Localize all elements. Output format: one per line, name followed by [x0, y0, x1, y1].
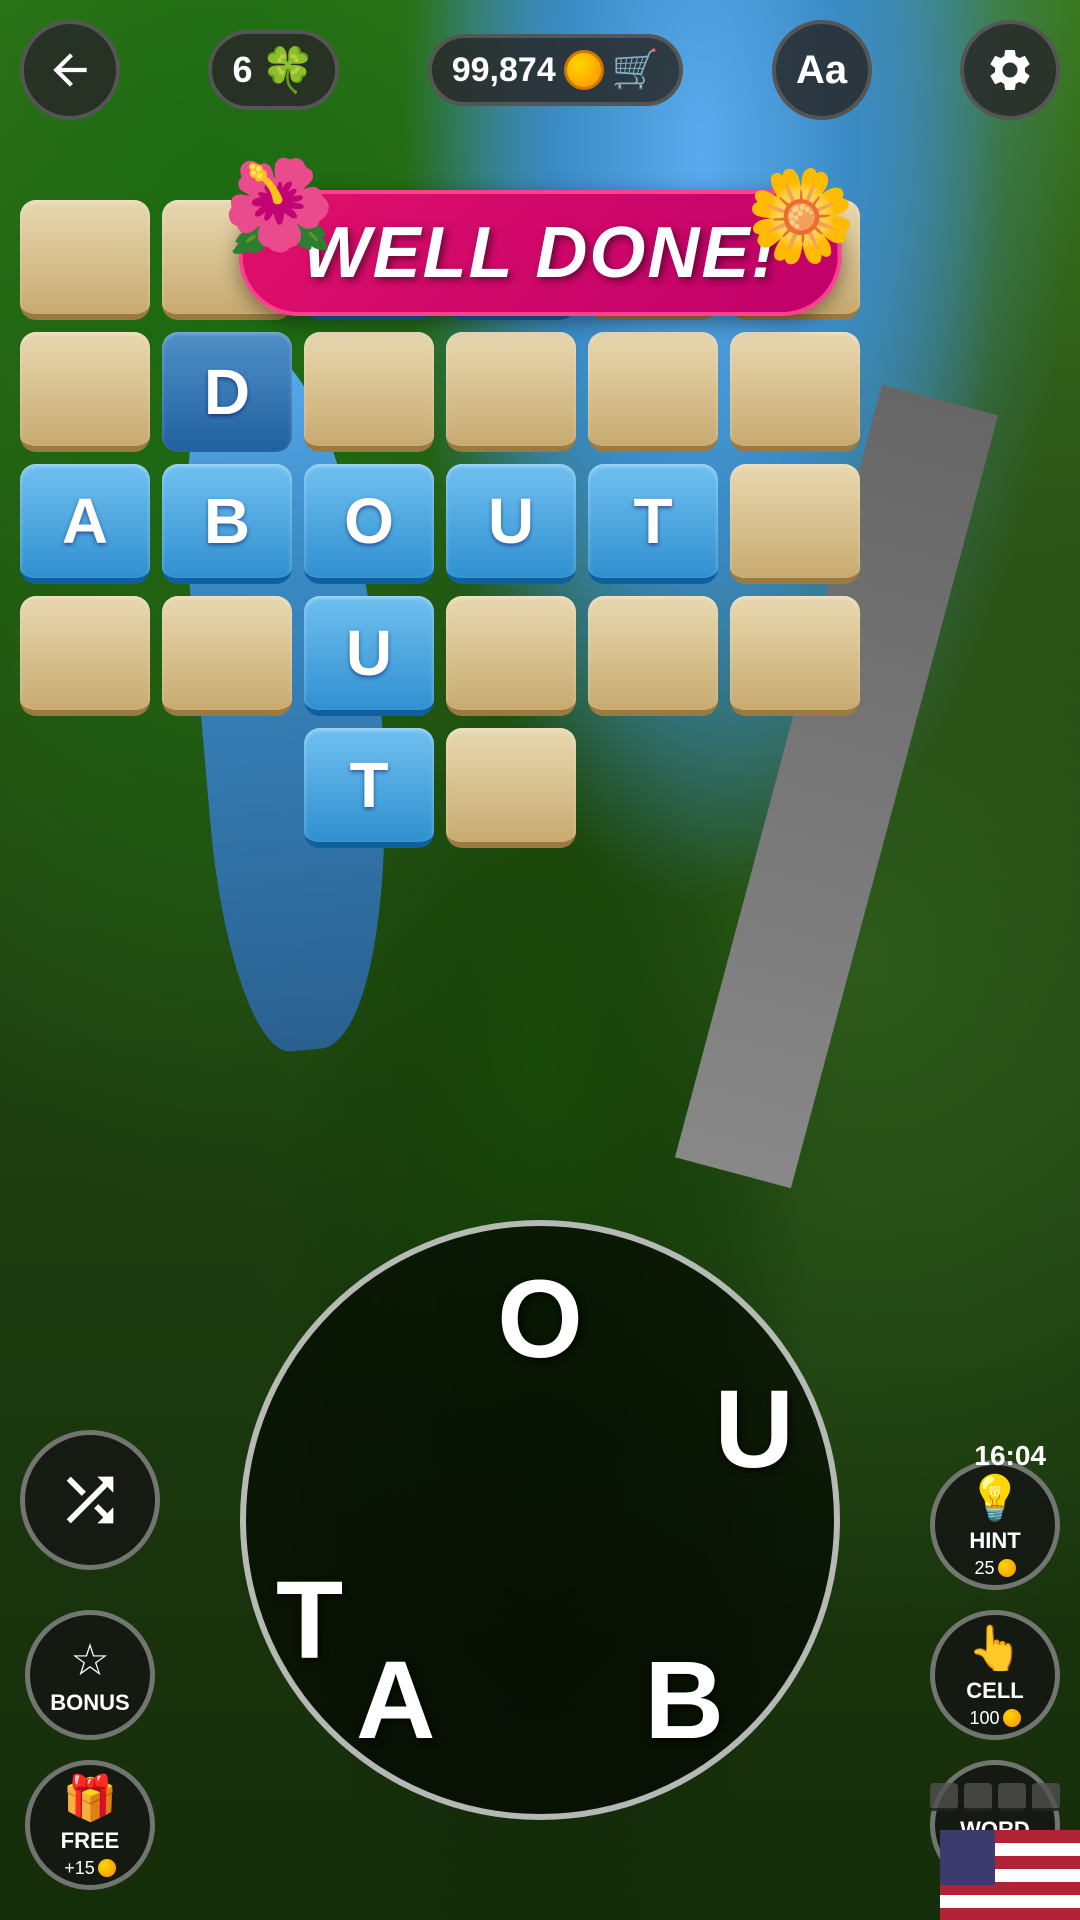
puzzle-grid: 🌺 WELL DONE! 🌼 A D [0, 200, 1080, 848]
bonus-button[interactable]: ☆ BONUS [25, 1610, 155, 1740]
tile-3-2[interactable]: B [162, 464, 292, 584]
tile-3-3[interactable]: O [304, 464, 434, 584]
grid-row-5: T [20, 728, 1060, 848]
hint-cost: 25 [974, 1558, 1015, 1579]
tile-2-4[interactable] [446, 332, 576, 452]
flower-left-icon: 🌺 [223, 154, 335, 259]
word-tiles-icon [930, 1783, 1060, 1811]
lightbulb-icon: 💡 [968, 1472, 1023, 1524]
us-flag [940, 1830, 1080, 1920]
star-icon: ☆ [70, 1635, 109, 1686]
tile-5-3[interactable]: T [304, 728, 434, 848]
tile-3-1[interactable]: A [20, 464, 150, 584]
tile-2-2[interactable]: D [162, 332, 292, 452]
tile-2-3[interactable] [304, 332, 434, 452]
hint-timer: 16:04 [974, 1440, 1046, 1472]
tile-1-1[interactable] [20, 200, 150, 320]
tile-2-5[interactable] [588, 332, 718, 452]
grid-row-4: U [20, 596, 1060, 716]
settings-button[interactable] [960, 20, 1060, 120]
grid-row-2: D [20, 332, 1060, 452]
clover-counter: 6 🍀 [208, 30, 339, 110]
free-cost: +15 [64, 1858, 116, 1879]
free-button[interactable]: 🎁 FREE +15 [25, 1760, 155, 1890]
clover-count: 6 [232, 49, 252, 91]
free-label: FREE [61, 1828, 120, 1854]
cell-cost: 100 [969, 1708, 1020, 1729]
small-coin-cell [1003, 1709, 1021, 1727]
cell-label: CELL [966, 1678, 1023, 1704]
gift-icon: 🎁 [63, 1772, 118, 1824]
coin-amount: 99,874 [452, 51, 556, 90]
right-controls: 16:04 💡 HINT 25 👆 CELL 100 [930, 1430, 1060, 1890]
hint-label: HINT [969, 1528, 1020, 1554]
tile-2-6[interactable] [730, 332, 860, 452]
tile-4-5[interactable] [588, 596, 718, 716]
coin-icon [564, 50, 604, 90]
flower-right-icon: 🌼 [745, 164, 857, 269]
font-label: Aa [796, 48, 847, 93]
hint-button[interactable]: 💡 HINT 25 [930, 1460, 1060, 1590]
left-controls: ☆ BONUS 🎁 FREE +15 [20, 1430, 160, 1890]
tile-4-3[interactable]: U [304, 596, 434, 716]
bottom-controls: ☆ BONUS 🎁 FREE +15 16:04 💡 HINT [0, 1430, 1080, 1890]
clover-icon: 🍀 [260, 44, 315, 96]
well-done-text: WELL DONE! [303, 213, 778, 293]
tile-4-2[interactable] [162, 596, 292, 716]
small-coin-hint [998, 1559, 1016, 1577]
tile-4-1[interactable] [20, 596, 150, 716]
bonus-label: BONUS [50, 1690, 129, 1716]
well-done-banner: 🌺 WELL DONE! 🌼 [239, 190, 842, 316]
back-button[interactable] [20, 20, 120, 120]
grid-row-3: A B O U T [20, 464, 1060, 584]
tile-4-4[interactable] [446, 596, 576, 716]
tile-3-6[interactable] [730, 464, 860, 584]
cell-button[interactable]: 👆 CELL 100 [930, 1610, 1060, 1740]
hand-pointer-icon: 👆 [968, 1622, 1023, 1674]
tile-2-1[interactable] [20, 332, 150, 452]
small-coin-free [98, 1859, 116, 1877]
tile-5-4[interactable] [446, 728, 576, 848]
coins-display: 99,874 🛒 [428, 34, 683, 106]
hint-container: 16:04 💡 HINT 25 [930, 1430, 1060, 1590]
tile-3-4[interactable]: U [446, 464, 576, 584]
font-button[interactable]: Aa [772, 20, 872, 120]
shuffle-button[interactable] [20, 1430, 160, 1570]
tile-3-5[interactable]: T [588, 464, 718, 584]
wheel-letter-O[interactable]: O [497, 1256, 583, 1383]
cart-icon[interactable]: 🛒 [612, 48, 659, 92]
tile-4-6[interactable] [730, 596, 860, 716]
